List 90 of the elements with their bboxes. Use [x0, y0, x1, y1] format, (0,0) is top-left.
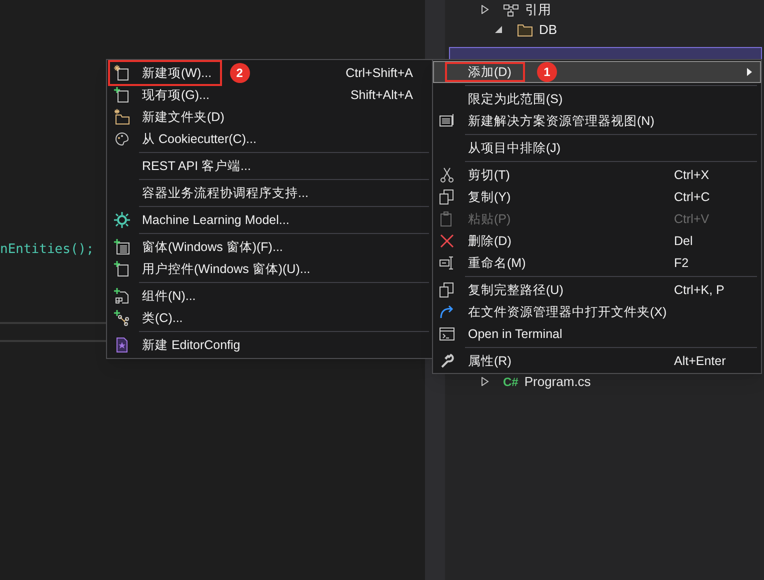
- submenu-item[interactable]: 新建文件夹(D): [107, 106, 433, 128]
- redo-arrow-icon: [439, 304, 455, 320]
- csharp-file-icon: C#: [503, 372, 518, 391]
- context-menu-item[interactable]: 剪切(T) Ctrl+X: [433, 164, 761, 186]
- add-file-icon: [114, 87, 130, 103]
- submenu-item[interactable]: 类(C)...: [107, 307, 433, 329]
- submenu-item[interactable]: 现有项(G)... Shift+Alt+A: [107, 84, 433, 106]
- menu-item-label: 现有项(G)...: [142, 86, 210, 104]
- step-number-badge: 2: [230, 63, 250, 83]
- menu-item-label: Machine Learning Model...: [142, 212, 290, 229]
- context-menu-item[interactable]: 属性(R) Alt+Enter: [433, 350, 761, 372]
- rename-icon: [439, 255, 455, 271]
- tree-item-label[interactable]: 引用: [525, 0, 551, 20]
- new-file-icon: [114, 65, 130, 81]
- shortcut-text: Del: [674, 232, 694, 250]
- shortcut-text: Alt+Enter: [674, 352, 727, 370]
- submenu-item[interactable]: 容器业务流程协调程序支持...: [107, 182, 433, 204]
- copy-icon: [439, 189, 455, 205]
- submenu-item[interactable]: 从 Cookiecutter(C)...: [107, 128, 433, 150]
- context-menu-item[interactable]: 限定为此范围(S): [433, 88, 761, 110]
- window-list-icon: [439, 113, 455, 129]
- menu-item-label: 复制(Y): [468, 188, 511, 206]
- shortcut-text: Ctrl+Shift+A: [346, 64, 413, 82]
- close-icon: [439, 233, 455, 249]
- menu-item-label: 容器业务流程协调程序支持...: [142, 184, 308, 202]
- shortcut-text: Ctrl+C: [674, 188, 711, 206]
- context-menu-item[interactable]: Open in Terminal: [433, 323, 761, 345]
- context-menu-item[interactable]: 新建解决方案资源管理器视图(N): [433, 110, 761, 132]
- menu-item-label: 窗体(Windows 窗体)(F)...: [142, 238, 283, 256]
- shortcut-text: Ctrl+K, P: [674, 282, 726, 299]
- submenu-item[interactable]: Machine Learning Model...: [107, 209, 433, 231]
- expanded-arrow-icon[interactable]: [495, 25, 503, 34]
- terminal-icon: [439, 326, 455, 342]
- submenu-item[interactable]: 新建 EditorConfig: [107, 334, 433, 356]
- submenu-item[interactable]: 组件(N)...: [107, 285, 433, 307]
- menu-item-label: 组件(N)...: [142, 288, 196, 305]
- menu-item-label: 在文件资源管理器中打开文件夹(X): [468, 304, 667, 321]
- collapsed-arrow-icon[interactable]: [481, 377, 489, 386]
- menu-item-label: 新建解决方案资源管理器视图(N): [468, 112, 654, 130]
- copy-icon: [439, 282, 455, 298]
- add-control-icon: [114, 261, 130, 277]
- menu-item-label: 剪切(T): [468, 166, 510, 184]
- tree-item-label[interactable]: Program.cs: [524, 372, 591, 392]
- menu-item-label: 限定为此范围(S): [468, 90, 563, 108]
- menu-item-label: 从 Cookiecutter(C)...: [142, 130, 256, 148]
- menu-item-label: 添加(D): [468, 64, 512, 81]
- palette-icon: [114, 131, 130, 147]
- menu-item-label: 新建项(W)...: [142, 64, 212, 82]
- shortcut-text: Shift+Alt+A: [350, 86, 413, 104]
- code-line: nEntities();: [0, 242, 94, 257]
- scissors-icon: [439, 167, 455, 183]
- menu-item-label: 删除(D): [468, 232, 512, 250]
- context-menu-item[interactable]: 在文件资源管理器中打开文件夹(X): [433, 301, 761, 323]
- menu-item-label: 新建 EditorConfig: [142, 336, 240, 354]
- context-menu-item[interactable]: 添加(D) 1: [433, 61, 761, 83]
- shortcut-text: Ctrl+V: [674, 210, 710, 228]
- context-menu-item[interactable]: 删除(D) Del: [433, 230, 761, 252]
- submenu-item[interactable]: 新建项(W)... 2 Ctrl+Shift+A: [107, 62, 433, 84]
- submenu-item[interactable]: 用户控件(Windows 窗体)(U)...: [107, 258, 433, 280]
- submenu-arrow-icon: [747, 68, 752, 76]
- menu-item-label: REST API 客户端...: [142, 158, 251, 175]
- menu-item-label: 新建文件夹(D): [142, 108, 224, 126]
- context-menu-item[interactable]: 复制完整路径(U) Ctrl+K, P: [433, 279, 761, 301]
- menu-item-label: 类(C)...: [142, 310, 183, 327]
- gear-icon: [114, 212, 130, 228]
- context-menu-item[interactable]: 重命名(M) F2: [433, 252, 761, 274]
- menu-item-label: 复制完整路径(U): [468, 282, 564, 299]
- form-icon: [114, 239, 130, 255]
- class-icon: [114, 310, 130, 326]
- references-icon: [503, 2, 519, 18]
- submenu-item[interactable]: REST API 客户端...: [107, 155, 433, 177]
- menu-item-label: 粘贴(P): [468, 210, 511, 228]
- tree-item-label[interactable]: DB: [539, 20, 558, 40]
- submenu-item[interactable]: 窗体(Windows 窗体)(F)...: [107, 236, 433, 258]
- menu-item-label: 从项目中排除(J): [468, 140, 561, 157]
- config-file-icon: [114, 337, 130, 353]
- shortcut-text: Ctrl+X: [674, 166, 710, 184]
- context-menu-item[interactable]: 从项目中排除(J): [433, 137, 761, 159]
- step-number-badge: 1: [537, 62, 557, 82]
- menu-item-label: 属性(R): [468, 352, 512, 370]
- menu-item-label: Open in Terminal: [468, 326, 562, 343]
- component-icon: [114, 288, 130, 304]
- context-menu-item[interactable]: 复制(Y) Ctrl+C: [433, 186, 761, 208]
- menu-item-label: 用户控件(Windows 窗体)(U)...: [142, 260, 310, 278]
- shortcut-text: F2: [674, 254, 690, 272]
- new-folder-icon: [114, 109, 130, 125]
- collapsed-arrow-icon[interactable]: [481, 5, 489, 14]
- wrench-icon: [439, 353, 455, 369]
- folder-icon: [517, 22, 533, 38]
- menu-item-label: 重命名(M): [468, 254, 526, 272]
